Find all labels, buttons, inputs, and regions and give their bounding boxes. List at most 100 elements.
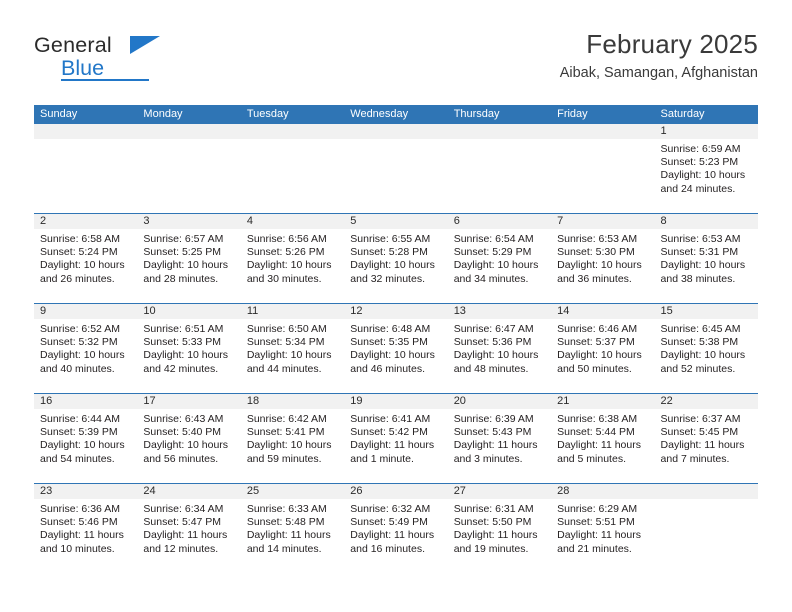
daylight-text: Daylight: 10 hours and 36 minutes. [557, 259, 642, 285]
sunrise-text: Sunrise: 6:42 AM [246, 413, 327, 425]
sunset-text: Sunset: 5:35 PM [350, 336, 428, 349]
day-number-cell[interactable]: 3 [137, 214, 240, 229]
calendar-page: General Blue February 2025 Aibak, Samang… [0, 0, 792, 612]
day-number-cell[interactable]: 24 [137, 484, 240, 499]
daylight-text: Daylight: 10 hours and 38 minutes. [660, 259, 746, 285]
empty-detail-cell [448, 139, 551, 213]
daylight-text: Daylight: 10 hours and 50 minutes. [557, 349, 642, 375]
day-detail-cell: Sunrise: 6:57 AM Sunset: 5:25 PM Daylight:… [137, 229, 240, 303]
day-detail-cell: Sunrise: 6:33 AM Sunset: 5:48 PM Daylight:… [241, 499, 344, 571]
day-number-cell[interactable]: 13 [448, 304, 551, 319]
sunrise-text: Sunrise: 6:55 AM [350, 233, 431, 245]
day-number-cell[interactable]: 9 [34, 304, 137, 319]
daylight-text: Daylight: 10 hours and 48 minutes. [453, 349, 539, 375]
logo-text-blue: Blue [61, 55, 105, 80]
day-detail-cell: Sunrise: 6:54 AM Sunset: 5:29 PM Daylight:… [448, 229, 551, 303]
calendar-week-row: 23 24 25 26 27 28 Sunrise: 6:36 AM Sunset: 5:46… [34, 483, 758, 571]
daylight-text: Daylight: 10 hours and 26 minutes. [40, 259, 125, 285]
day-detail-cell: Sunrise: 6:39 AM Sunset: 5:43 PM Daylight:… [448, 409, 551, 483]
calendar-week-row: 9 10 11 12 13 14 15 Sunrise: 6:52 AM Sunset: 5:3… [34, 303, 758, 393]
sunset-text: Sunset: 5:24 PM [40, 246, 118, 259]
sunrise-text: Sunrise: 6:29 AM [557, 503, 638, 515]
sunrise-text: Sunrise: 6:48 AM [350, 323, 431, 335]
day-number-cell[interactable]: 21 [551, 394, 654, 409]
day-detail-cell: Sunrise: 6:38 AM Sunset: 5:44 PM Daylight:… [551, 409, 654, 483]
day-number-cell[interactable]: 2 [34, 214, 137, 229]
empty-day-cell [34, 124, 137, 139]
daylight-text: Daylight: 11 hours and 5 minutes. [557, 439, 641, 465]
week-date-strip: 1 [34, 124, 758, 139]
day-number-cell[interactable]: 27 [448, 484, 551, 499]
daylight-text: Daylight: 10 hours and 40 minutes. [40, 349, 125, 375]
day-number-cell[interactable]: 10 [137, 304, 240, 319]
day-number-cell[interactable]: 11 [241, 304, 344, 319]
day-number-cell[interactable]: 12 [344, 304, 447, 319]
page-header: General Blue February 2025 Aibak, Samang… [34, 29, 758, 100]
day-number-cell[interactable]: 19 [344, 394, 447, 409]
day-number-cell[interactable]: 14 [551, 304, 654, 319]
daylight-text: Daylight: 10 hours and 34 minutes. [453, 259, 539, 285]
empty-detail-cell [34, 139, 137, 213]
daylight-text: Daylight: 11 hours and 12 minutes. [143, 529, 228, 555]
day-number-cell[interactable]: 16 [34, 394, 137, 409]
day-header-friday: Friday [557, 108, 588, 120]
day-detail-cell: Sunrise: 6:53 AM Sunset: 5:30 PM Daylight:… [551, 229, 654, 303]
day-number-cell[interactable]: 25 [241, 484, 344, 499]
day-number-cell[interactable]: 17 [137, 394, 240, 409]
day-number-cell[interactable]: 8 [655, 214, 758, 229]
day-number-cell[interactable]: 22 [655, 394, 758, 409]
sunset-text: Sunset: 5:41 PM [246, 426, 325, 439]
empty-detail-cell [655, 499, 758, 571]
sunrise-text: Sunrise: 6:32 AM [350, 503, 431, 515]
day-detail-cell: Sunrise: 6:46 AM Sunset: 5:37 PM Daylight:… [551, 319, 654, 393]
sunset-text: Sunset: 5:23 PM [660, 156, 739, 169]
sunrise-text: Sunrise: 6:47 AM [453, 323, 534, 335]
sunset-text: Sunset: 5:30 PM [557, 246, 635, 259]
day-detail-cell: Sunrise: 6:31 AM Sunset: 5:50 PM Daylight:… [448, 499, 551, 571]
day-number-cell[interactable]: 1 [655, 124, 758, 139]
general-blue-logo[interactable]: General Blue [34, 34, 184, 87]
day-detail-cell: Sunrise: 6:59 AM Sunset: 5:23 PM Daylight:… [655, 139, 758, 213]
sunrise-text: Sunrise: 6:41 AM [350, 413, 431, 425]
week-detail-strip: Sunrise: 6:59 AM Sunset: 5:23 PM Daylight:… [34, 139, 758, 213]
calendar-week-row: 16 17 18 19 20 21 22 Sunrise: 6:44 AM Sunset: 5:… [34, 393, 758, 483]
daylight-text: Daylight: 11 hours and 16 minutes. [350, 529, 435, 555]
sunrise-text: Sunrise: 6:52 AM [40, 323, 120, 335]
day-number-cell[interactable]: 6 [448, 214, 551, 229]
sunset-text: Sunset: 5:34 PM [246, 336, 325, 349]
sunrise-text: Sunrise: 6:38 AM [557, 413, 638, 425]
sunrise-text: Sunrise: 6:58 AM [40, 233, 120, 245]
sunset-text: Sunset: 5:31 PM [660, 246, 739, 259]
sunset-text: Sunset: 5:45 PM [660, 426, 739, 439]
empty-day-cell [448, 124, 551, 139]
page-title: February 2025 [586, 29, 758, 59]
sunset-text: Sunset: 5:44 PM [557, 426, 635, 439]
sunset-text: Sunset: 5:36 PM [453, 336, 532, 349]
daylight-text: Daylight: 10 hours and 42 minutes. [143, 349, 229, 375]
empty-day-cell [344, 124, 447, 139]
sunset-text: Sunset: 5:48 PM [246, 516, 325, 529]
day-header-sunday: Sunday [40, 108, 78, 120]
day-number-cell[interactable]: 15 [655, 304, 758, 319]
day-number-cell[interactable]: 18 [241, 394, 344, 409]
day-detail-cell: Sunrise: 6:48 AM Sunset: 5:35 PM Daylight:… [344, 319, 447, 393]
sunset-text: Sunset: 5:49 PM [350, 516, 428, 529]
day-detail-cell: Sunrise: 6:47 AM Sunset: 5:36 PM Daylight:… [448, 319, 551, 393]
daylight-text: Daylight: 10 hours and 24 minutes. [660, 169, 746, 195]
daylight-text: Daylight: 11 hours and 21 minutes. [557, 529, 641, 555]
empty-detail-cell [241, 139, 344, 213]
sunrise-text: Sunrise: 6:33 AM [246, 503, 327, 515]
sunset-text: Sunset: 5:33 PM [143, 336, 222, 349]
day-number-cell[interactable]: 4 [241, 214, 344, 229]
sunrise-text: Sunrise: 6:53 AM [557, 233, 638, 245]
day-number-cell[interactable]: 23 [34, 484, 137, 499]
day-number-cell[interactable]: 5 [344, 214, 447, 229]
sunrise-text: Sunrise: 6:53 AM [660, 233, 741, 245]
sunset-text: Sunset: 5:38 PM [660, 336, 739, 349]
day-number-cell[interactable]: 28 [551, 484, 654, 499]
day-detail-cell: Sunrise: 6:32 AM Sunset: 5:49 PM Daylight:… [344, 499, 447, 571]
sunrise-text: Sunrise: 6:54 AM [453, 233, 534, 245]
day-number-cell[interactable]: 7 [551, 214, 654, 229]
day-number-cell[interactable]: 20 [448, 394, 551, 409]
day-number-cell[interactable]: 26 [344, 484, 447, 499]
